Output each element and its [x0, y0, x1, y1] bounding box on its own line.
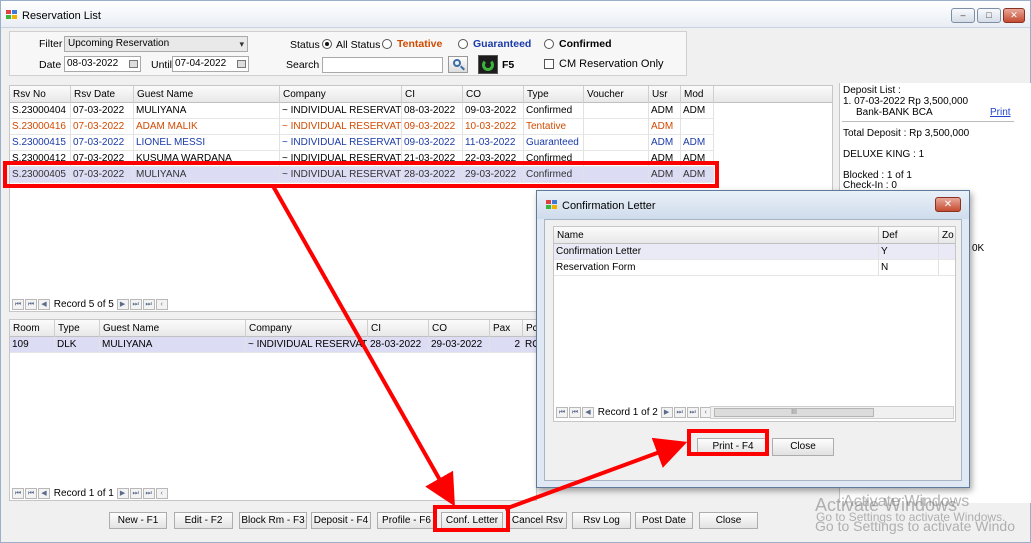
arrow-row-to-conf-letter	[271, 185, 455, 507]
arrow-conf-letter-to-print	[504, 437, 688, 511]
annotation-arrows	[271, 185, 688, 511]
